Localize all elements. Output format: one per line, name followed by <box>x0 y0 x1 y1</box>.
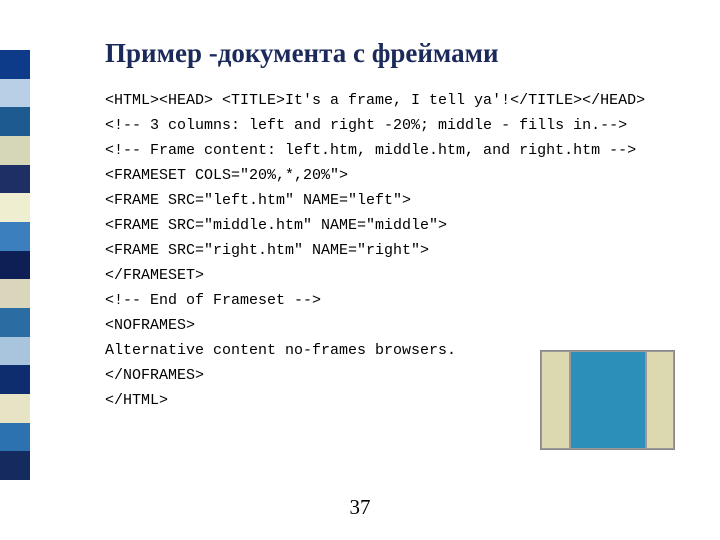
sidebar-square <box>0 337 30 366</box>
code-line: <FRAMESET COLS="20%,*,20%"> <box>105 165 675 186</box>
sidebar-square <box>0 423 30 452</box>
sidebar-square <box>0 222 30 251</box>
sidebar-square <box>0 251 30 280</box>
code-line: <!-- 3 columns: left and right -20%; mid… <box>105 115 675 136</box>
sidebar-square <box>0 193 30 222</box>
code-line: <HTML><HEAD> <TITLE>It's a frame, I tell… <box>105 90 675 111</box>
page-number: 37 <box>350 495 371 520</box>
sidebar-square <box>0 279 30 308</box>
frame-column-middle <box>570 351 646 449</box>
sidebar-square <box>0 308 30 337</box>
sidebar-square <box>0 451 30 480</box>
sidebar-square <box>0 50 30 79</box>
code-line: <FRAME SRC="middle.htm" NAME="middle"> <box>105 215 675 236</box>
decorative-sidebar <box>0 50 30 480</box>
frame-column-left <box>541 351 570 449</box>
sidebar-square <box>0 365 30 394</box>
code-line: <!-- End of Frameset --> <box>105 290 675 311</box>
slide-title: Пример -документа с фреймами <box>105 38 499 69</box>
sidebar-square <box>0 394 30 423</box>
code-line: <FRAME SRC="left.htm" NAME="left"> <box>105 190 675 211</box>
sidebar-square <box>0 107 30 136</box>
code-line: </FRAMESET> <box>105 265 675 286</box>
frameset-diagram <box>540 350 675 450</box>
sidebar-square <box>0 79 30 108</box>
sidebar-square <box>0 165 30 194</box>
code-line: <NOFRAMES> <box>105 315 675 336</box>
code-line: <!-- Frame content: left.htm, middle.htm… <box>105 140 675 161</box>
sidebar-square <box>0 136 30 165</box>
frame-column-right <box>646 351 675 449</box>
code-line: <FRAME SRC="right.htm" NAME="right"> <box>105 240 675 261</box>
